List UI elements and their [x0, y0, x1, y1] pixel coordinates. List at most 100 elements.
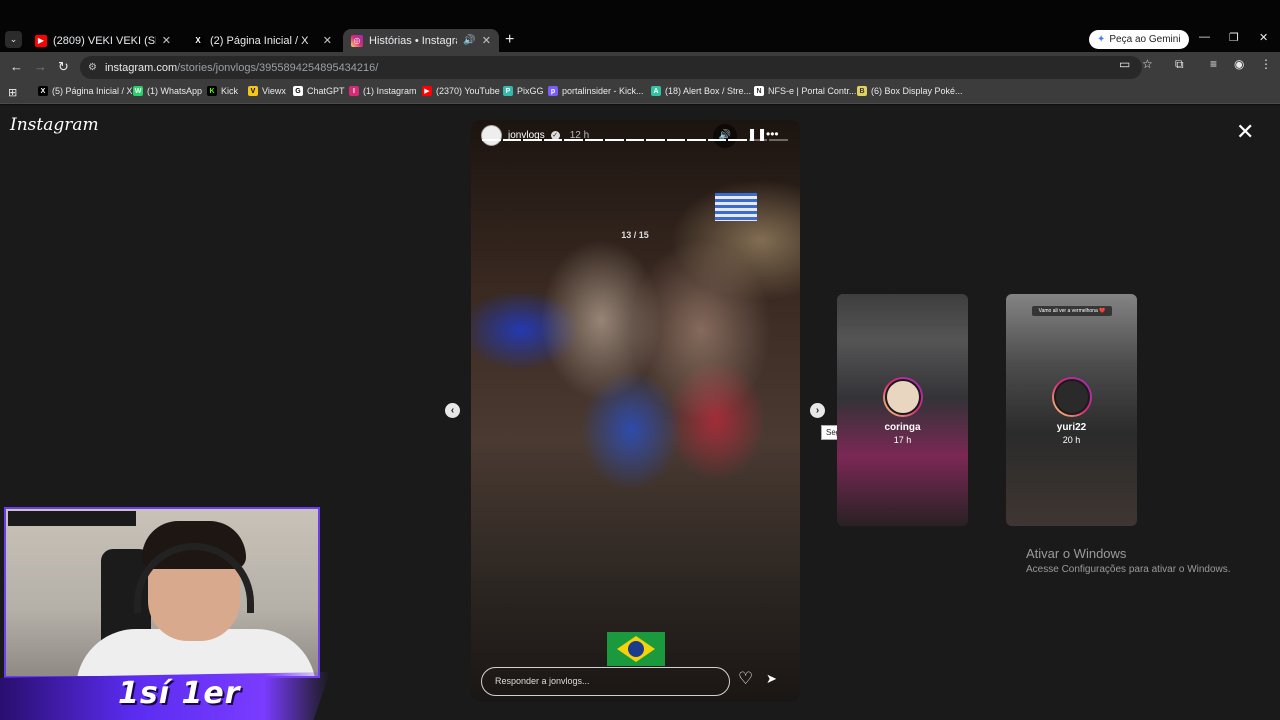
stream-brand-logo: 1sí 1er — [118, 676, 241, 711]
avatar — [883, 377, 923, 417]
pixgg-icon: P — [503, 86, 513, 96]
tab-title: Histórias • Instagram — [369, 34, 457, 47]
minimize-button[interactable]: — — [1199, 31, 1210, 43]
url-path: /stories/jonvlogs/3955894254895434216/ — [177, 61, 379, 74]
progress-segment — [523, 139, 542, 141]
instagram-icon: I — [349, 86, 359, 96]
profile-avatar[interactable]: ◉ — [1234, 57, 1244, 71]
progress-segment — [502, 139, 522, 141]
bookmark-alertbox[interactable]: A (18) Alert Box / Stre... — [651, 86, 751, 96]
previous-story-button[interactable]: ‹ — [445, 403, 460, 418]
tab-youtube[interactable]: ▶ (2809) VEKI VEKI (Slowed) - You ✕ — [27, 29, 179, 52]
bookmark-whatsapp[interactable]: W (1) WhatsApp — [133, 86, 202, 96]
cast-icon[interactable]: ▭ — [1119, 57, 1130, 71]
progress-segment — [646, 139, 665, 141]
avatar — [1052, 377, 1092, 417]
heart-icon[interactable]: ♡ — [738, 669, 753, 689]
preview-caption: Vamo ali ver a vermelhona ❤️ — [1032, 306, 1112, 316]
restore-button[interactable]: ❐ — [1229, 31, 1239, 44]
gemini-label: Peça ao Gemini — [1109, 34, 1181, 45]
box-display-icon: B — [857, 86, 867, 96]
bookmark-label: (1) Instagram — [363, 86, 417, 96]
avatar[interactable] — [481, 125, 502, 146]
star-icon[interactable]: ☆ — [1142, 57, 1153, 71]
reply-input[interactable]: Responder a jonvlogs... — [481, 667, 730, 696]
window-close-button[interactable]: ✕ — [1259, 31, 1268, 44]
bookmark-kick[interactable]: K Kick — [207, 86, 238, 96]
send-icon[interactable]: ➤ — [766, 671, 777, 687]
tab-search-button[interactable]: ⌄ — [5, 31, 22, 48]
preview-name: coringa — [884, 422, 921, 433]
story-frame[interactable]: jonvlogs ✓ 12 h 🔊 ❚❚ ••• Responder a jon… — [471, 120, 800, 701]
brazil-flag — [607, 632, 665, 666]
sparkle-icon: ✦ — [1097, 34, 1106, 45]
nfse-icon: N — [754, 86, 764, 96]
chatgpt-icon: G — [293, 86, 303, 96]
bookmark-pixgg[interactable]: P PixGG — [503, 86, 544, 96]
progress-segment — [482, 139, 501, 141]
story-counter: 13 / 15 — [621, 230, 649, 240]
youtube-icon: ▶ — [422, 86, 432, 96]
progress-segment — [666, 139, 686, 141]
back-button[interactable]: ← — [10, 59, 23, 74]
apps-grid-icon[interactable]: ⊞ — [8, 86, 17, 99]
bookmark-label: (2370) YouTube — [436, 86, 500, 96]
portal-icon: p — [548, 86, 558, 96]
viewx-icon: V — [248, 86, 258, 96]
bookmark-instagram[interactable]: I (1) Instagram — [349, 86, 417, 96]
kick-icon: K — [207, 86, 217, 96]
close-icon[interactable]: ✕ — [323, 34, 332, 47]
reload-button[interactable]: ↻ — [58, 59, 69, 75]
x-icon: X — [192, 34, 204, 47]
bookmark-label: Viewx — [262, 86, 286, 96]
story-preview-coringa[interactable]: coringa 17 h — [837, 294, 968, 526]
progress-segment — [728, 139, 747, 141]
close-icon[interactable]: ✕ — [162, 34, 171, 47]
whatsapp-icon: W — [133, 86, 143, 96]
bookmark-label: PixGG — [517, 86, 544, 96]
bookmark-boxdisplay[interactable]: B (6) Box Display Poké... — [857, 86, 963, 96]
bookmark-youtube[interactable]: ▶ (2370) YouTube — [422, 86, 500, 96]
preview-time: 17 h — [893, 435, 912, 445]
url-host: instagram.com — [104, 61, 178, 74]
next-story-button[interactable]: › — [810, 403, 825, 418]
tab-x[interactable]: X (2) Página Inicial / X ✕ — [184, 29, 340, 52]
close-viewer-button[interactable]: ✕ — [1236, 119, 1254, 145]
greek-flag — [715, 193, 757, 221]
youtube-icon: ▶ — [35, 34, 47, 47]
bookmark-label: NFS-e | Portal Contr... — [768, 86, 857, 96]
menu-icon[interactable]: ⋮ — [1260, 57, 1272, 71]
tab-instagram[interactable]: ◎ Histórias • Instagram 🔊 ✕ — [343, 29, 499, 52]
progress-segment — [748, 139, 768, 141]
extensions-icon[interactable]: ⧉ — [1175, 57, 1184, 72]
bookmark-nfse[interactable]: N NFS-e | Portal Contr... — [754, 86, 856, 96]
instagram-logo[interactable]: Instagram — [10, 115, 99, 135]
gemini-button[interactable]: ✦ Peça ao Gemini — [1089, 30, 1189, 49]
webcam-overlay — [4, 507, 320, 678]
bookmark-chatgpt[interactable]: G ChatGPT — [293, 86, 345, 96]
story-preview-yuri22[interactable]: Vamo ali ver a vermelhona ❤️ yuri22 20 h — [1006, 294, 1137, 526]
tab-title: (2) Página Inicial / X — [210, 34, 309, 47]
alert-box-icon: A — [651, 86, 661, 96]
speaker-icon[interactable]: 🔊 — [463, 35, 475, 46]
progress-segment — [625, 139, 645, 141]
address-bar[interactable]: ⚙ instagram.com /stories/jonvlogs/395589… — [80, 56, 1142, 79]
bookmark-portalinsider[interactable]: p portalinsider - Kick... — [548, 86, 644, 96]
bookmark-label: (1) WhatsApp — [147, 86, 203, 96]
progress-segment — [605, 139, 624, 141]
site-info-icon[interactable]: ⚙ — [88, 62, 97, 73]
bookmark-label: ChatGPT — [307, 86, 345, 96]
story-header: jonvlogs ✓ 12 h — [481, 125, 589, 146]
bookmark-viewx[interactable]: V Viewx — [248, 86, 286, 96]
toolbar: ← → ↻ ⚙ instagram.com /stories/jonvlogs/… — [0, 52, 1280, 82]
bookmarks-bar: ⊞ X (5) Página Inicial / X W (1) WhatsApp … — [0, 82, 1280, 104]
bookmark-x[interactable]: X (5) Página Inicial / X — [38, 86, 133, 96]
close-icon[interactable]: ✕ — [482, 34, 491, 47]
progress-segment — [543, 139, 563, 141]
forward-button[interactable]: → — [34, 59, 47, 74]
sound-icon[interactable]: 🔊 — [713, 124, 737, 148]
progress-segment — [564, 139, 583, 141]
media-control-icon[interactable]: ≡ — [1210, 57, 1217, 71]
preview-time: 20 h — [1062, 435, 1081, 445]
new-tab-button[interactable]: + — [505, 31, 514, 49]
